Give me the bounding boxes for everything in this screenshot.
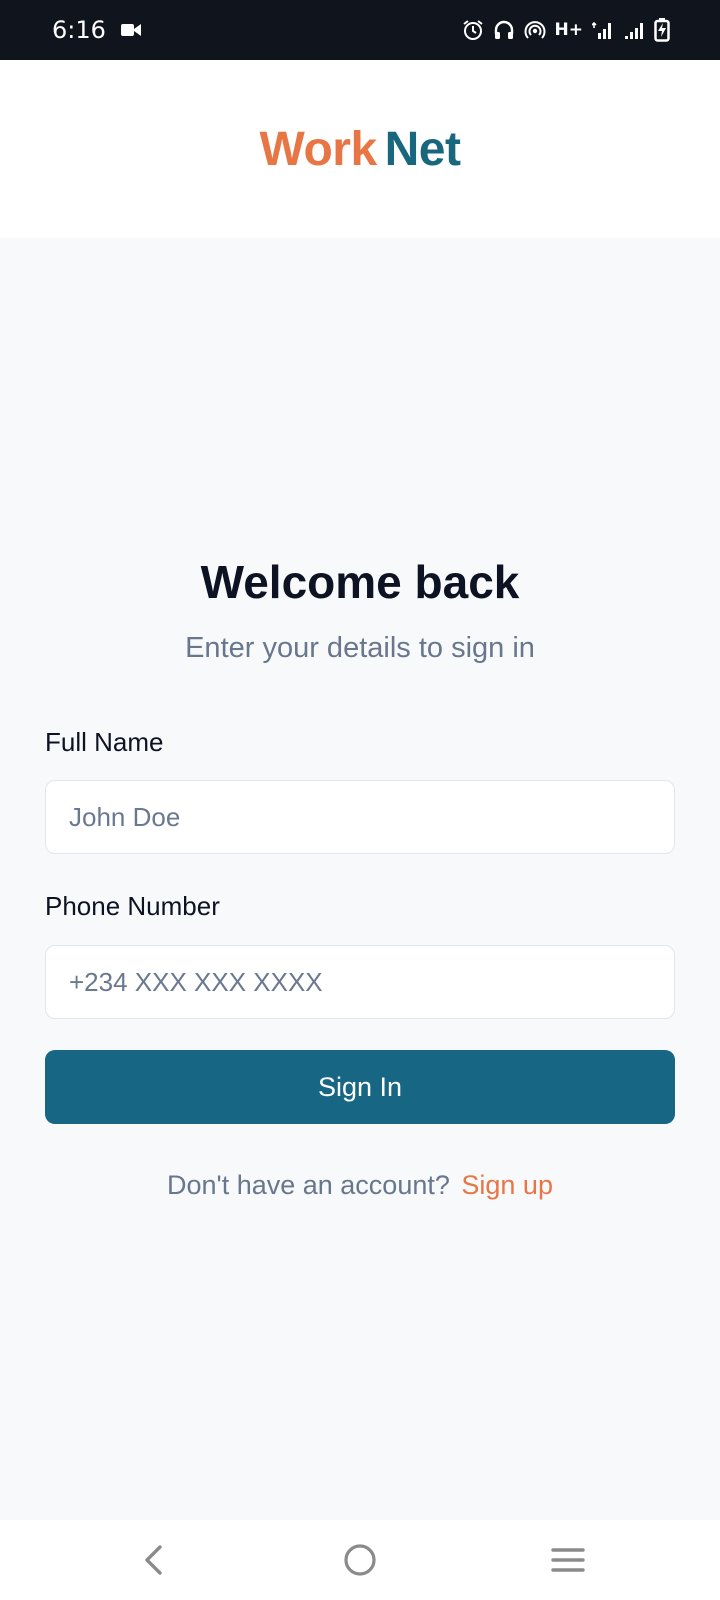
app-header: Work Net (0, 60, 720, 238)
menu-lines-icon (551, 1548, 585, 1572)
signal-sim1-icon (592, 21, 611, 39)
status-bar: 6:16 H+ (0, 0, 720, 60)
phone-number-label: Phone Number (45, 891, 220, 921)
back-chevron-icon (145, 1545, 162, 1575)
signal-sim2-icon (625, 23, 643, 39)
worknet-logo: Work Net (0, 122, 720, 177)
full-name-label: Full Name (45, 727, 164, 757)
battery-charging-icon (654, 18, 670, 42)
nav-back-button[interactable] (130, 1540, 178, 1580)
page-title: Welcome back (200, 556, 520, 608)
phone-number-input[interactable] (45, 945, 675, 1019)
logo-net-text: Net (384, 123, 461, 176)
sign-in-button[interactable]: Sign In (45, 1050, 675, 1124)
page-subtitle: Enter your details to sign in (185, 632, 535, 664)
nav-home-button[interactable] (336, 1540, 384, 1580)
full-name-input[interactable] (45, 780, 675, 854)
home-circle-icon (344, 1544, 376, 1576)
signup-link[interactable]: Sign up (461, 1170, 553, 1200)
system-nav-bar (0, 1520, 720, 1600)
signup-prompt-text: Don't have an account? (167, 1170, 450, 1200)
signup-prompt: Don't have an account? Sign up (0, 1170, 720, 1201)
alarm-icon (462, 20, 483, 40)
status-time: 6:16 (52, 16, 106, 44)
logo-work-text: Work (259, 123, 378, 176)
hotspot-icon (524, 21, 546, 39)
video-camera-icon (121, 24, 141, 36)
headphones-icon (494, 20, 513, 39)
nav-recents-button[interactable] (544, 1540, 592, 1580)
network-type-label: H+ (554, 20, 583, 40)
status-icons: H+ (462, 17, 670, 43)
